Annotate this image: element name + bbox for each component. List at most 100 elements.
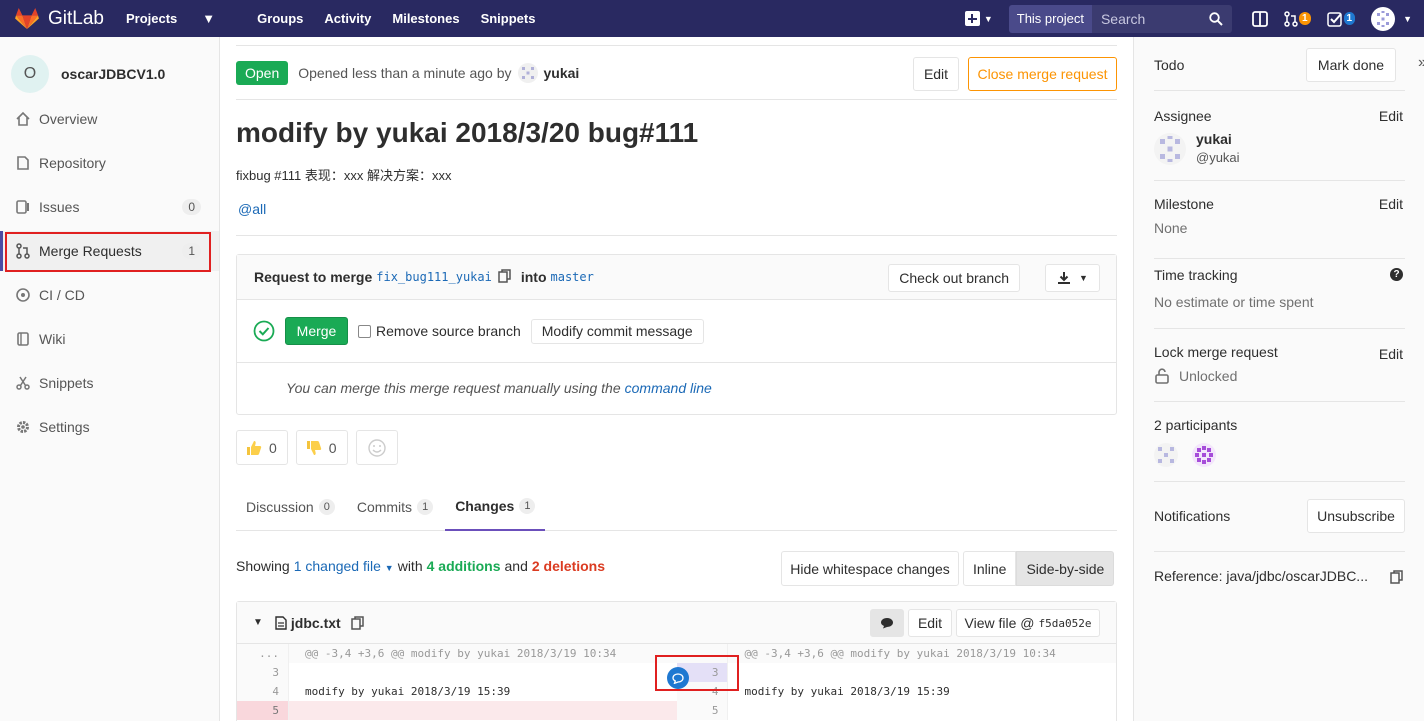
- annotation-highlight-box: [5, 232, 211, 272]
- identicon-icon: [1377, 10, 1390, 27]
- additions-count: 4 additions: [426, 558, 501, 574]
- tab-label: Changes: [455, 498, 515, 514]
- issues-icon: [14, 198, 32, 216]
- project-avatar: O: [11, 55, 49, 93]
- tab-commits[interactable]: Commits 1: [347, 483, 443, 531]
- line-number[interactable]: 5: [676, 701, 729, 720]
- edit-milestone-link[interactable]: Edit: [1379, 196, 1403, 212]
- search-icon: [1209, 11, 1223, 26]
- nav-snippets[interactable]: Snippets: [481, 11, 536, 26]
- add-reaction-button[interactable]: [355, 430, 398, 465]
- hide-whitespace-button[interactable]: Hide whitespace changes: [781, 551, 959, 586]
- repository-icon: [14, 154, 32, 172]
- remove-source-branch-label[interactable]: Remove source branch: [376, 323, 521, 339]
- line-number[interactable]: 5: [237, 701, 289, 720]
- request-to-merge-label: Request to merge: [254, 269, 373, 285]
- gitlab-home-link[interactable]: GitLab: [14, 7, 104, 30]
- mr-header: Open Opened less than a minute ago by yu…: [236, 45, 1117, 100]
- author-link[interactable]: yukai: [544, 65, 580, 81]
- nav-activity[interactable]: Activity: [324, 11, 371, 26]
- unsubscribe-button[interactable]: Unsubscribe: [1307, 499, 1405, 533]
- edit-file-button[interactable]: Edit: [908, 609, 952, 637]
- thumbs-down-award-button[interactable]: 0: [295, 430, 348, 465]
- sidebar-item-label: Settings: [39, 419, 90, 435]
- check-out-branch-button[interactable]: Check out branch: [888, 264, 1020, 292]
- edit-assignee-link[interactable]: Edit: [1379, 108, 1403, 124]
- todo-check-icon: [1326, 11, 1342, 27]
- thumbs-up-award-button[interactable]: 0: [236, 430, 288, 465]
- command-line-link[interactable]: command line: [625, 380, 712, 396]
- side-by-side-view-button[interactable]: Side-by-side: [1016, 551, 1115, 586]
- sidebar-item-snippets[interactable]: Snippets: [0, 363, 219, 403]
- source-branch-link[interactable]: fix_bug111_yukai: [376, 270, 492, 284]
- file-icon: [275, 615, 287, 630]
- edit-button[interactable]: Edit: [913, 57, 959, 91]
- opened-text: Opened less than a minute ago by: [298, 64, 512, 81]
- nav-groups[interactable]: Groups: [257, 11, 303, 26]
- sidebar-item-wiki[interactable]: Wiki: [0, 319, 219, 359]
- sidebar-item-settings[interactable]: Settings: [0, 407, 219, 447]
- reference-text: Reference: java/jdbc/oscarJDBC...: [1154, 568, 1368, 584]
- participant-avatar[interactable]: [1154, 443, 1178, 467]
- line-number[interactable]: 3: [237, 663, 289, 682]
- nav-milestones[interactable]: Milestones: [392, 11, 459, 26]
- sidebar-item-issues[interactable]: Issues 0: [0, 187, 219, 227]
- remove-source-branch-checkbox[interactable]: [358, 324, 371, 338]
- search-scope-badge[interactable]: This project: [1008, 4, 1092, 33]
- participant-avatar[interactable]: [1192, 443, 1216, 467]
- mark-done-button[interactable]: Mark done: [1306, 48, 1396, 82]
- nav-projects[interactable]: Projects ▼: [126, 11, 236, 26]
- tab-count: 1: [417, 499, 434, 515]
- home-icon: [14, 110, 32, 128]
- modify-commit-message-button[interactable]: Modify commit message: [530, 318, 704, 344]
- close-merge-request-button[interactable]: Close merge request: [968, 57, 1117, 91]
- collapse-sidebar-icon[interactable]: »: [1418, 54, 1424, 72]
- line-number[interactable]: 4: [237, 682, 289, 701]
- project-header[interactable]: O oscarJDBCV1.0: [0, 37, 219, 100]
- user-menu-button[interactable]: ▼: [1371, 6, 1412, 31]
- question-icon[interactable]: ?: [1390, 268, 1403, 281]
- edit-lock-link[interactable]: Edit: [1379, 346, 1403, 362]
- tab-discussion[interactable]: Discussion 0: [236, 483, 345, 531]
- search-box: This project Search: [1008, 4, 1232, 33]
- code-line: modify by yukai 2018/3/19 15:39: [304, 685, 511, 698]
- diff-stats: Showing 1 changed file ▼ with 4 addition…: [236, 558, 605, 574]
- view-file-button[interactable]: View file @ f5da052e: [956, 609, 1100, 637]
- assignee-name[interactable]: yukai: [1196, 131, 1232, 147]
- sidebar-item-ci-cd[interactable]: CI / CD: [0, 275, 219, 315]
- merge-button[interactable]: Merge: [285, 317, 348, 345]
- new-dropdown-button[interactable]: ▼: [964, 11, 993, 26]
- collapse-caret-icon[interactable]: ▼: [253, 617, 263, 628]
- assignee-label: Assignee: [1154, 108, 1212, 124]
- copy-icon[interactable]: [498, 268, 511, 286]
- assignee-avatar[interactable]: [1154, 133, 1186, 165]
- merge-actions: Merge Remove source branch Modify commit…: [237, 300, 1116, 363]
- sidebar-item-overview[interactable]: Overview: [0, 99, 219, 139]
- ci-cd-icon: [14, 286, 32, 304]
- merge-requests-nav-button[interactable]: 1: [1284, 10, 1311, 27]
- notifications-label: Notifications: [1154, 508, 1231, 524]
- mention-link[interactable]: @all: [238, 201, 266, 217]
- copy-icon[interactable]: [1390, 570, 1403, 584]
- settings-icon: [14, 418, 32, 436]
- file-name[interactable]: jdbc.txt: [291, 615, 341, 631]
- assignee-username: @yukai: [1196, 150, 1240, 165]
- changed-files-dropdown[interactable]: 1 changed file ▼: [294, 558, 394, 574]
- sidebar-item-repository[interactable]: Repository: [0, 143, 219, 183]
- reference-section: Reference: java/jdbc/oscarJDBC...: [1154, 552, 1405, 602]
- annotation-highlight-box: [655, 655, 739, 691]
- download-dropdown-button[interactable]: ▼: [1045, 264, 1100, 292]
- search-input[interactable]: Search: [1091, 4, 1232, 33]
- time-tracking-value: No estimate or time spent: [1154, 294, 1314, 310]
- todos-nav-button[interactable]: 1: [1326, 11, 1356, 27]
- toggle-comments-button[interactable]: [870, 609, 904, 637]
- tab-changes[interactable]: Changes 1: [445, 483, 546, 531]
- copy-icon[interactable]: [350, 615, 364, 630]
- inline-view-button[interactable]: Inline: [963, 551, 1017, 586]
- target-branch-link[interactable]: master: [551, 270, 594, 284]
- sidebar-toggle-button[interactable]: [1252, 10, 1268, 27]
- diff-line-row: 5 5: [237, 701, 1116, 720]
- thumbs-up-icon: [247, 440, 262, 455]
- sidebar-toggle-icon: [1252, 10, 1268, 27]
